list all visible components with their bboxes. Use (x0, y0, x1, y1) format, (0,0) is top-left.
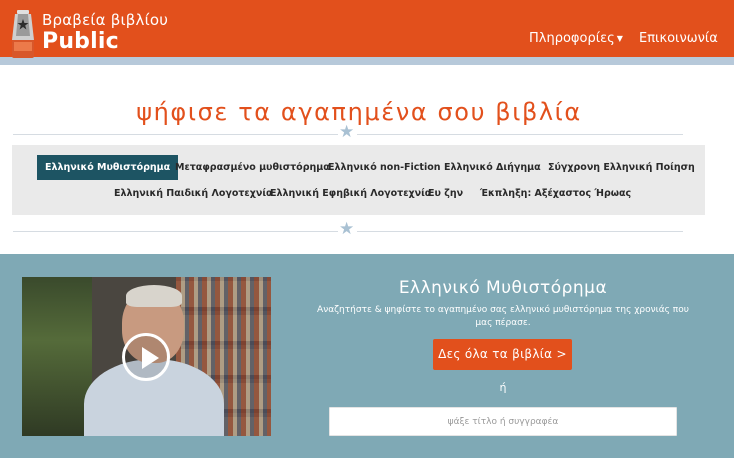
divider-right-2 (357, 231, 683, 232)
nav-info-label: Πληροφορίες (529, 31, 615, 46)
tab-poiisi[interactable]: Σύγχρονη Ελληνική Ποίηση (548, 162, 695, 173)
tab-ef-zin[interactable]: Ευ ζην (428, 188, 463, 199)
video-background-plants (22, 277, 92, 436)
nav-info[interactable]: Πληροφορίες ▼ (529, 31, 623, 46)
tab-ekplixi[interactable]: Έκπληξη: Αξέχαστος Ήρωας (480, 188, 631, 199)
divider-left-2 (13, 231, 338, 232)
divider-left (13, 134, 338, 135)
tab-efiviki[interactable]: Ελληνική Εφηβική Λογοτεχνία (270, 188, 431, 199)
star-icon: ★ (339, 122, 355, 142)
tab-elliniko-mythistorima[interactable]: Ελληνικό Μυθιστόρημα (37, 155, 179, 180)
logo-subtitle[interactable]: Βραβεία βιβλίου (42, 11, 168, 29)
panel-description: Αναζητήστε & ψηφίστε το αγαπημένο σας ελ… (317, 305, 689, 328)
star-icon: ★ (339, 219, 355, 239)
page-title: ψήφισε τα αγαπημένα σου βιβλία (136, 98, 582, 126)
nav-contact[interactable]: Επικοινωνία (639, 31, 718, 46)
video-person-hair (126, 285, 182, 307)
tab-metafrasmeno-mythistorima[interactable]: Μεταφρασμένο μυθιστόρημα (175, 162, 330, 173)
search-input[interactable] (329, 407, 677, 436)
play-button[interactable] (122, 333, 170, 381)
divider-right (357, 134, 683, 135)
logo-brand[interactable]: Public (42, 29, 119, 54)
panel-title: Ελληνικό Μυθιστόρημα (398, 278, 608, 298)
or-separator: ή (499, 381, 507, 394)
tab-non-fiction[interactable]: Ελληνικό non-Fiction (328, 162, 441, 173)
play-icon (142, 347, 159, 369)
see-all-books-button[interactable]: Δες όλα τα βιβλία > (433, 339, 572, 370)
tab-paidiki[interactable]: Ελληνική Παιδική Λογοτεχνία (114, 188, 273, 199)
header-strip (0, 57, 734, 65)
trophy-logo-icon[interactable] (10, 8, 36, 60)
caret-down-icon: ▼ (616, 34, 623, 43)
video-player[interactable] (22, 277, 271, 436)
tab-diigima[interactable]: Ελληνικό Διήγημα (444, 162, 541, 173)
